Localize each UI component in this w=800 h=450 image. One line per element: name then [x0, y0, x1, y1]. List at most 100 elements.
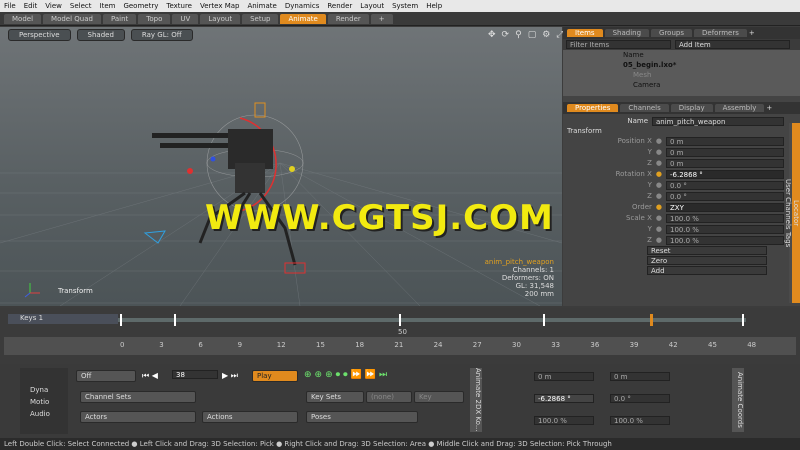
tab-add[interactable]: +: [749, 29, 755, 37]
fit-icon[interactable]: ▢: [528, 30, 537, 40]
menu-item[interactable]: File: [4, 2, 16, 10]
property-field[interactable]: 100.0 %: [666, 235, 784, 245]
scale-x-field[interactable]: 100.0 %: [534, 416, 594, 425]
list-item[interactable]: 05_begin.lxo*: [623, 60, 800, 70]
transport-back-icons[interactable]: ⏮ ◀: [142, 371, 158, 381]
raygl-toggle[interactable]: Ray GL: Off: [130, 29, 193, 41]
frame-ruler[interactable]: 0 3 6 9 12 15 18 21 24 27 30 33 36 39 42 45 48: [4, 337, 796, 355]
tab-groups[interactable]: Groups: [651, 29, 692, 37]
keyframe-dot-icon[interactable]: ●: [656, 170, 662, 178]
actors-dropdown[interactable]: Actors: [80, 411, 196, 423]
property-field[interactable]: 0.0 °: [666, 180, 784, 190]
key-marker[interactable]: [399, 314, 401, 326]
transport-forward-icons[interactable]: ▶ ⏭: [222, 371, 238, 381]
zoom-icon[interactable]: ⚲: [515, 30, 522, 40]
keyframe-dot-icon[interactable]: ●: [656, 181, 662, 189]
list-item[interactable]: Camera: [623, 80, 800, 90]
menu-item[interactable]: System: [392, 2, 418, 10]
keyframe-dot-icon[interactable]: ●: [656, 236, 662, 244]
dynamics-button[interactable]: Dyna: [30, 384, 68, 396]
menu-item[interactable]: Texture: [166, 2, 192, 10]
menu-item[interactable]: Vertex Map: [200, 2, 240, 10]
key-tools-icons[interactable]: ⊕⊕⊕⏺⏺⏩⏩⏭: [304, 370, 390, 380]
layout-tab[interactable]: Topo: [138, 13, 171, 24]
property-field[interactable]: 100.0 %: [666, 213, 784, 223]
shading-dropdown[interactable]: Shaded: [76, 29, 125, 41]
move-view-icon[interactable]: ✥: [488, 30, 496, 40]
key-marker[interactable]: [174, 314, 176, 326]
layout-tab[interactable]: UV: [172, 13, 199, 24]
tab-display[interactable]: Display: [670, 104, 713, 112]
tab-assembly[interactable]: Assembly: [714, 104, 765, 112]
menu-item[interactable]: Select: [70, 2, 92, 10]
actions-dropdown[interactable]: Actions: [202, 411, 298, 423]
menu-item[interactable]: Dynamics: [285, 2, 320, 10]
name-field[interactable]: anim_pitch_weapon: [652, 116, 784, 126]
key-button[interactable]: Key: [414, 391, 464, 403]
tab-channels[interactable]: Channels: [620, 104, 669, 112]
property-field[interactable]: ZXY: [666, 202, 784, 212]
property-action-button[interactable]: Add: [647, 266, 767, 275]
property-action-button[interactable]: Zero: [647, 256, 767, 265]
layout-tab[interactable]: Render: [327, 13, 369, 24]
layout-tab[interactable]: Paint: [102, 13, 137, 24]
poses-dropdown[interactable]: Poses: [306, 411, 418, 423]
frame-input[interactable]: 38: [172, 370, 218, 379]
motion-button[interactable]: Motio: [30, 396, 68, 408]
filter-items-input[interactable]: Filter Items: [566, 40, 671, 49]
animate-coords-tab[interactable]: Animate Coords: [732, 368, 744, 432]
tab-properties[interactable]: Properties: [567, 104, 619, 112]
property-field[interactable]: 0.0 °: [666, 191, 784, 201]
menu-item[interactable]: Item: [100, 2, 116, 10]
key-marker[interactable]: [742, 314, 744, 326]
menu-item[interactable]: Geometry: [123, 2, 158, 10]
property-field[interactable]: -6.2868 °: [666, 169, 784, 179]
tab-locator[interactable]: Locator: [792, 123, 800, 303]
animate-kit-tab[interactable]: Animate 2DX Ko...: [470, 368, 482, 432]
position-x-field[interactable]: 0 m: [534, 372, 594, 381]
timeline[interactable]: Keys 1 50 0 3 6 9 12 15 18 21 24 27 30 33 36 39 42 45 48: [0, 308, 800, 364]
tab-shading[interactable]: Shading: [604, 29, 650, 37]
key-marker[interactable]: [120, 314, 122, 326]
keyframe-dot-icon[interactable]: ●: [656, 214, 662, 222]
add-item-button[interactable]: Add Item: [675, 40, 790, 49]
layout-tab[interactable]: +: [370, 13, 393, 24]
menu-item[interactable]: View: [45, 2, 62, 10]
layout-tab[interactable]: Model: [4, 13, 42, 24]
property-field[interactable]: 100.0 %: [666, 224, 784, 234]
keyframe-dot-icon[interactable]: ●: [656, 137, 662, 145]
key-sets-button[interactable]: Key Sets: [306, 391, 364, 403]
channel-sets-dropdown[interactable]: Channel Sets: [80, 391, 196, 403]
play-button[interactable]: Play: [252, 370, 298, 382]
keyframe-dot-icon[interactable]: ●: [656, 203, 662, 211]
tab-tags[interactable]: Tags: [784, 232, 792, 248]
playback-mode-dropdown[interactable]: Off: [76, 370, 136, 382]
property-field[interactable]: 0 m: [666, 158, 784, 168]
keyframe-dot-icon[interactable]: ●: [656, 225, 662, 233]
menu-item[interactable]: Render: [327, 2, 352, 10]
orbit-icon[interactable]: ⟳: [502, 30, 510, 40]
audio-button[interactable]: Audio: [30, 408, 68, 420]
position-y-field[interactable]: 0 m: [610, 372, 670, 381]
key-marker[interactable]: [543, 314, 545, 326]
tab-user-channels[interactable]: User Channels: [784, 179, 792, 230]
keyframe-dot-icon[interactable]: ●: [656, 148, 662, 156]
scale-y-field[interactable]: 100.0 %: [610, 416, 670, 425]
layout-tab[interactable]: Animate: [280, 13, 326, 24]
property-field[interactable]: 0 m: [666, 147, 784, 157]
layout-tab[interactable]: Model Quad: [43, 13, 101, 24]
perspective-dropdown[interactable]: Perspective: [8, 29, 71, 41]
tab-deformers[interactable]: Deformers: [694, 29, 747, 37]
list-item[interactable]: Mesh: [623, 70, 800, 80]
rotation-x-field[interactable]: -6.2868 °: [534, 394, 594, 403]
menu-item[interactable]: Help: [426, 2, 442, 10]
keyframe-dot-icon[interactable]: ●: [656, 159, 662, 167]
tab-items[interactable]: Items: [567, 29, 603, 37]
tab-add[interactable]: +: [766, 104, 772, 112]
section-transform[interactable]: Transform: [567, 126, 784, 136]
keyframe-dot-icon[interactable]: ●: [656, 192, 662, 200]
layout-tab[interactable]: Setup: [242, 13, 279, 24]
gear-icon[interactable]: ⚙: [542, 30, 550, 40]
current-frame-marker[interactable]: [650, 314, 653, 326]
menu-item[interactable]: Animate: [247, 2, 276, 10]
